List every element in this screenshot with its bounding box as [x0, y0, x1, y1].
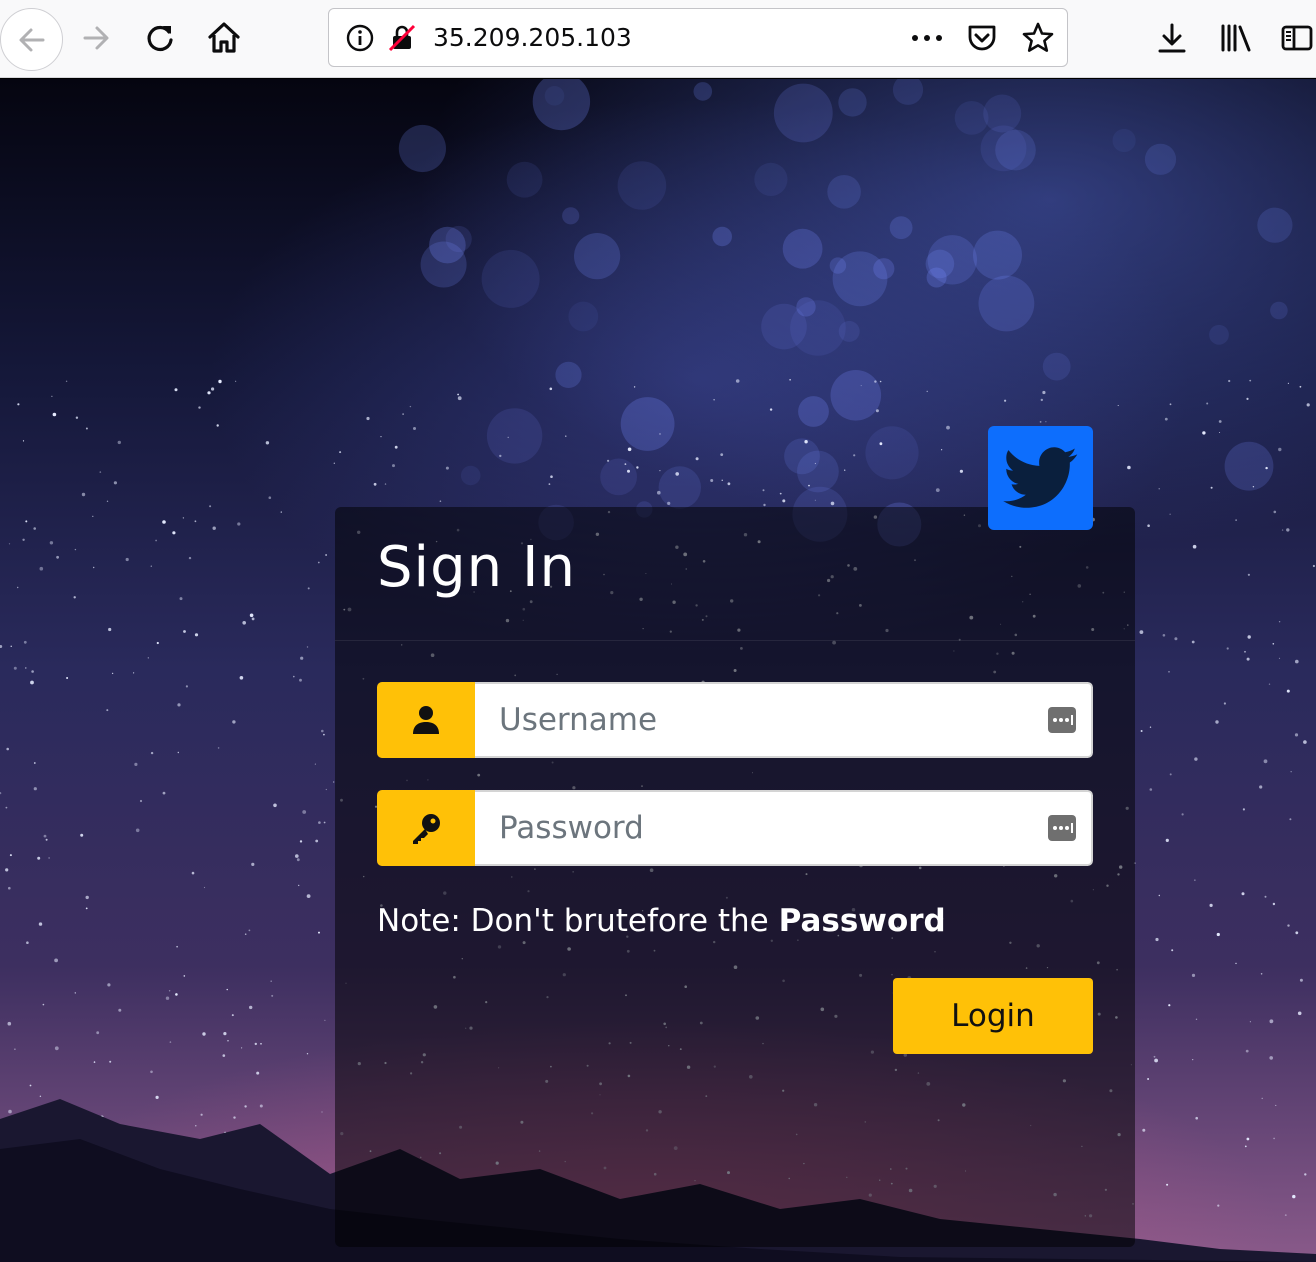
- password-manager-icon[interactable]: [1047, 814, 1077, 842]
- sign-in-card: Sign In Username Note: Don't brutefore t…: [335, 426, 1135, 1247]
- card-header: Sign In: [335, 507, 1135, 641]
- downloads-button[interactable]: [1148, 14, 1196, 62]
- info-icon[interactable]: [345, 23, 375, 53]
- home-icon: [208, 22, 240, 53]
- note-text: Note: Don't brutefore the Password: [377, 903, 946, 939]
- insecure-connection-icon[interactable]: [387, 23, 417, 53]
- library-button[interactable]: [1212, 14, 1260, 62]
- page-background: Sign In Username Note: Don't brutefore t…: [0, 79, 1316, 1262]
- reload-icon: [147, 25, 173, 52]
- key-icon: [413, 814, 440, 844]
- forward-arrow-icon: [83, 26, 109, 50]
- password-addon: [377, 790, 475, 866]
- url-text[interactable]: 35.209.205.103: [433, 9, 632, 66]
- url-bar[interactable]: 35.209.205.103: [328, 8, 1068, 67]
- bookmark-star-icon[interactable]: [1021, 21, 1055, 55]
- library-icon: [1221, 24, 1251, 52]
- password-input[interactable]: [475, 790, 1093, 866]
- browser-toolbar: 35.209.205.103: [0, 0, 1316, 78]
- page-title: Sign In: [377, 535, 576, 600]
- login-button[interactable]: Login: [893, 978, 1093, 1054]
- reload-button[interactable]: [136, 14, 184, 62]
- forward-button[interactable]: [72, 14, 120, 62]
- sidebar-icon: [1281, 25, 1313, 51]
- download-icon: [1158, 23, 1186, 53]
- password-manager-icon[interactable]: [1047, 706, 1077, 734]
- sidebar-button[interactable]: [1276, 14, 1316, 62]
- back-button[interactable]: [0, 8, 63, 71]
- pocket-icon[interactable]: [965, 21, 999, 55]
- back-arrow-icon: [19, 28, 44, 51]
- twitter-icon: [1002, 447, 1077, 508]
- username-input[interactable]: [475, 682, 1093, 758]
- note-prefix: Note: Don't brutefore the: [377, 903, 779, 939]
- page-actions-icon[interactable]: [907, 23, 947, 53]
- username-field-group: [377, 682, 1093, 758]
- username-addon: [377, 682, 475, 758]
- home-button[interactable]: [200, 14, 248, 62]
- note-emphasis: Password: [778, 903, 946, 939]
- password-field-group: [377, 790, 1093, 866]
- user-icon: [413, 706, 439, 734]
